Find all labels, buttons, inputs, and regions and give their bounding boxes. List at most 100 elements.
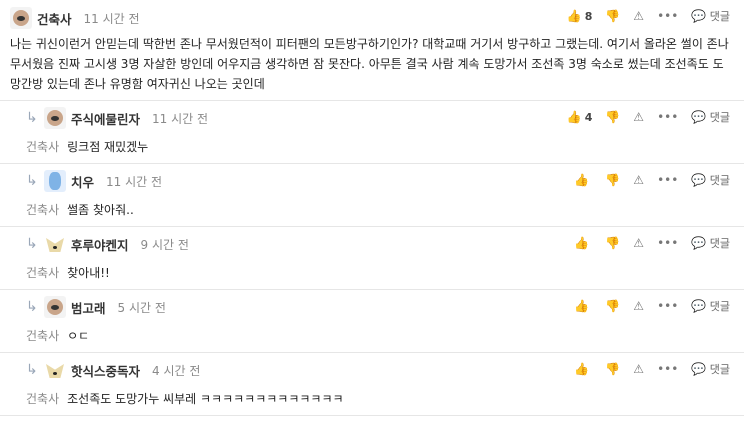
report-button[interactable]: ⚠ — [633, 173, 644, 187]
more-icon: ••• — [657, 110, 679, 124]
more-icon: ••• — [657, 9, 679, 23]
reply-button[interactable]: 💬 댓글 — [691, 172, 730, 188]
timestamp: 11 시간 전 — [83, 11, 140, 26]
comment-actions: 👍 👎 ⚠ ••• 💬 댓글 — [561, 235, 730, 251]
avatar[interactable] — [44, 233, 66, 255]
report-button[interactable]: ⚠ — [633, 299, 644, 313]
author-name[interactable]: 건축사 — [37, 9, 72, 28]
more-button[interactable]: ••• — [657, 110, 678, 124]
comment-text: 건축사 조선족도 도망가누 씨부레 ㅋㅋㅋㅋㅋㅋㅋㅋㅋㅋㅋㅋㅋ — [26, 389, 734, 409]
comment-body: 링크점 재밌겠누 — [67, 140, 149, 154]
comment-body: ㅇㄷ — [67, 329, 90, 343]
reply-button[interactable]: 💬 댓글 — [691, 8, 730, 24]
comment: 건축사 11 시간 전 👍 8 👎 ⚠ ••• 💬 댓글 나는 귀신이런거 안믿는… — [0, 0, 744, 101]
speech-bubble-icon: 💬 — [691, 110, 707, 124]
reply-label: 댓글 — [709, 10, 730, 23]
like-count: 8 — [584, 9, 593, 23]
author-name[interactable]: 후루야켄지 — [71, 235, 129, 254]
dislike-button[interactable]: 👎 — [605, 299, 620, 313]
reply-arrow-icon: ↳ — [26, 173, 38, 189]
speech-bubble-icon: 💬 — [691, 362, 707, 376]
dislike-button[interactable]: 👎 — [605, 110, 620, 124]
comment-actions: 👍 👎 ⚠ ••• 💬 댓글 — [561, 361, 730, 377]
comment-text: 건축사 링크점 재밌겠누 — [26, 137, 734, 157]
mention[interactable]: 건축사 — [26, 203, 59, 217]
author-name[interactable]: 핫식스중독자 — [71, 361, 140, 380]
mention[interactable]: 건축사 — [26, 329, 59, 343]
dislike-button[interactable]: 👎 — [605, 236, 620, 250]
reply-comment: ↳ 핫식스중독자 4 시간 전 👍 👎 ⚠ ••• 💬 댓글 건축사 조선족도 도… — [0, 353, 744, 416]
dislike-button[interactable]: 👎 — [605, 362, 620, 376]
reply-arrow-icon: ↳ — [26, 299, 38, 315]
more-button[interactable]: ••• — [657, 173, 678, 187]
speech-bubble-icon: 💬 — [691, 299, 707, 313]
like-button[interactable]: 👍 4 — [567, 110, 593, 124]
avatar[interactable] — [44, 359, 66, 381]
thumbs-up-icon: 👍 — [574, 236, 590, 250]
warning-icon: ⚠ — [633, 236, 645, 250]
thumbs-up-icon: 👍 — [574, 362, 590, 376]
more-button[interactable]: ••• — [657, 299, 678, 313]
thumbs-down-icon: 👎 — [605, 9, 621, 23]
avatar[interactable] — [44, 170, 66, 192]
warning-icon: ⚠ — [633, 173, 645, 187]
more-button[interactable]: ••• — [657, 9, 678, 23]
more-button[interactable]: ••• — [657, 236, 678, 250]
author-name[interactable]: 치우 — [71, 172, 94, 191]
reply-comment: ↳ 후루야켄지 9 시간 전 👍 👎 ⚠ ••• 💬 댓글 건축사 찾아내!! — [0, 227, 744, 290]
warning-icon: ⚠ — [633, 362, 645, 376]
thumbs-down-icon: 👎 — [605, 236, 621, 250]
author-name[interactable]: 주식에물린자 — [71, 109, 140, 128]
comment-body: 썰좀 찾아줘.. — [67, 203, 134, 217]
mention[interactable]: 건축사 — [26, 266, 59, 280]
thumbs-down-icon: 👎 — [605, 110, 621, 124]
reply-arrow-icon: ↳ — [26, 236, 38, 252]
reply-comment: ↳ 주식에물린자 11 시간 전 👍 4 👎 ⚠ ••• 💬 댓글 건축사 링크점 … — [0, 101, 744, 164]
dislike-button[interactable]: 👎 — [605, 173, 620, 187]
reply-label: 댓글 — [709, 237, 730, 250]
reply-button[interactable]: 💬 댓글 — [691, 235, 730, 251]
report-button[interactable]: ⚠ — [633, 110, 644, 124]
reply-arrow-icon: ↳ — [26, 362, 38, 378]
more-button[interactable]: ••• — [657, 362, 678, 376]
speech-bubble-icon: 💬 — [691, 236, 707, 250]
reply-button[interactable]: 💬 댓글 — [691, 298, 730, 314]
like-button[interactable]: 👍 — [574, 299, 592, 313]
timestamp: 11 시간 전 — [106, 174, 163, 189]
comment-text: 건축사 ㅇㄷ — [26, 326, 734, 346]
reply-label: 댓글 — [709, 300, 730, 313]
dislike-button[interactable]: 👎 — [605, 9, 620, 23]
like-button[interactable]: 👍 — [574, 362, 592, 376]
speech-bubble-icon: 💬 — [691, 9, 707, 23]
warning-icon: ⚠ — [633, 110, 645, 124]
reply-label: 댓글 — [709, 174, 730, 187]
more-icon: ••• — [657, 362, 679, 376]
timestamp: 9 시간 전 — [140, 237, 189, 252]
report-button[interactable]: ⚠ — [633, 9, 644, 23]
speech-bubble-icon: 💬 — [691, 173, 707, 187]
like-button[interactable]: 👍 — [574, 236, 592, 250]
avatar[interactable] — [44, 296, 66, 318]
comment-text: 나는 귀신이런거 안믿는데 딱한번 존나 무서웠던적이 피터팬의 모든방구하기인… — [10, 37, 729, 91]
warning-icon: ⚠ — [633, 299, 645, 313]
thumbs-up-icon: 👍 — [574, 299, 590, 313]
more-icon: ••• — [657, 236, 679, 250]
like-button[interactable]: 👍 — [574, 173, 592, 187]
like-button[interactable]: 👍 8 — [567, 9, 593, 23]
thumbs-up-icon: 👍 — [566, 110, 582, 124]
reply-button[interactable]: 💬 댓글 — [691, 109, 730, 125]
like-count: 4 — [584, 110, 593, 124]
mention[interactable]: 건축사 — [26, 140, 59, 154]
comment-text: 건축사 썰좀 찾아줘.. — [26, 200, 734, 220]
author-name[interactable]: 범고래 — [71, 298, 106, 317]
report-button[interactable]: ⚠ — [633, 362, 644, 376]
avatar[interactable] — [10, 7, 32, 29]
avatar[interactable] — [44, 107, 66, 129]
reply-comment: ↳ 범고래 5 시간 전 👍 👎 ⚠ ••• 💬 댓글 건축사 ㅇㄷ — [0, 290, 744, 353]
mention[interactable]: 건축사 — [26, 392, 59, 406]
reply-button[interactable]: 💬 댓글 — [691, 361, 730, 377]
report-button[interactable]: ⚠ — [633, 236, 644, 250]
thumbs-up-icon: 👍 — [566, 9, 582, 23]
thumbs-down-icon: 👎 — [605, 362, 621, 376]
comment-actions: 👍 4 👎 ⚠ ••• 💬 댓글 — [554, 109, 730, 125]
